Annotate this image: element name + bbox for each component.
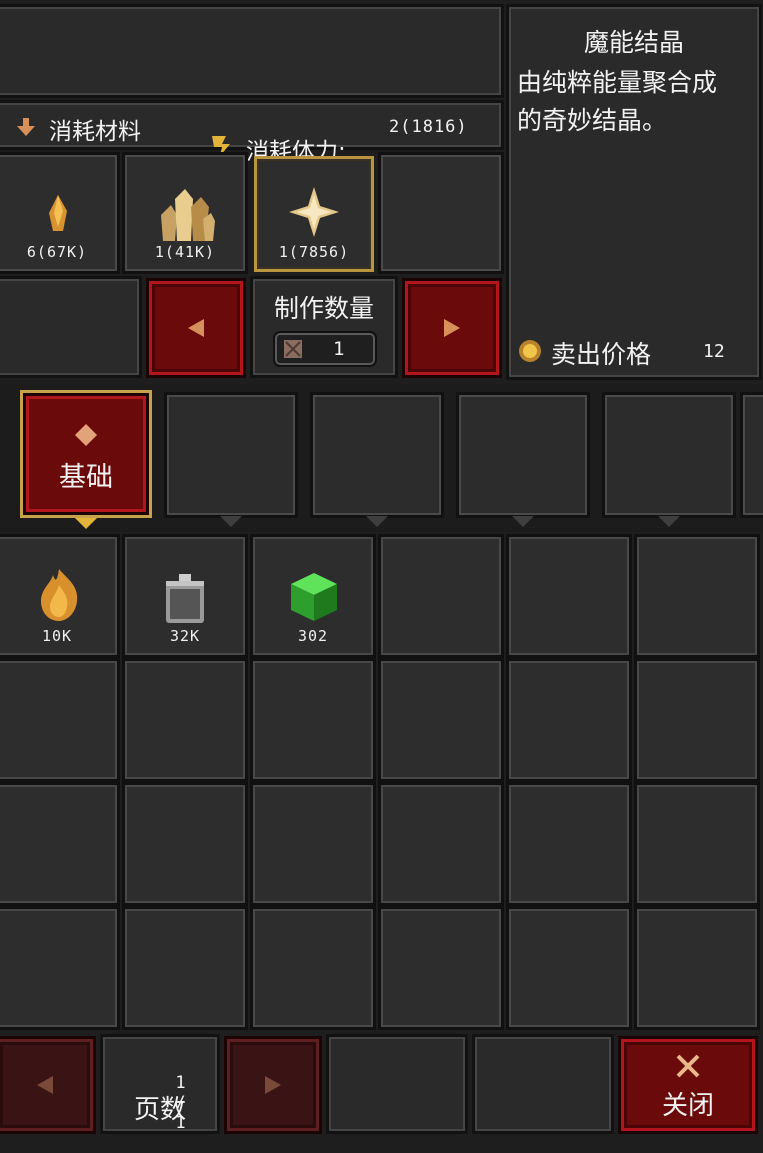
inventory-slot[interactable]	[506, 782, 632, 906]
left-arrow-icon	[37, 1076, 53, 1094]
item-name: 魔能结晶	[583, 28, 684, 57]
inventory-slot[interactable]	[378, 658, 504, 782]
item-description-line-1: 由纯粹能量聚合成	[517, 68, 718, 97]
material-count: 1(41K)	[154, 243, 216, 261]
item-description-line-2: 的奇妙结晶。	[517, 106, 668, 135]
footer-empty-2	[472, 1034, 614, 1134]
tab-edge	[740, 392, 763, 518]
close-label: 关闭	[661, 1091, 714, 1121]
close-button[interactable]: 关闭	[618, 1036, 758, 1134]
tab-empty-5[interactable]	[602, 392, 736, 527]
inventory-slot[interactable]	[250, 906, 376, 1030]
material-count: 6(67K)	[26, 243, 88, 261]
footer-empty-1	[326, 1034, 468, 1134]
inventory-slot[interactable]	[378, 534, 504, 658]
tab-empty-4[interactable]	[456, 392, 590, 527]
sell-price-label: 卖出价格	[551, 340, 652, 369]
item-info-panel: 魔能结晶 由纯粹能量聚合成 的奇妙结晶。 卖出价格 12	[506, 4, 762, 380]
crate-icon	[284, 340, 302, 358]
coin-icon	[519, 340, 541, 362]
inventory-count: 302	[297, 627, 329, 645]
down-arrow-icon	[17, 118, 35, 136]
inventory-slot[interactable]	[250, 658, 376, 782]
tab-basic[interactable]: 基础	[20, 390, 152, 529]
inventory-slot[interactable]	[122, 658, 248, 782]
inventory-slot[interactable]	[378, 906, 504, 1030]
diamond-icon	[75, 424, 97, 446]
green-cube-icon	[291, 573, 337, 621]
page-next-button[interactable]	[224, 1036, 322, 1134]
inventory-slot[interactable]	[506, 906, 632, 1030]
gray-canister-icon	[166, 574, 204, 623]
sell-price-value: 12	[703, 341, 725, 362]
inventory-slot[interactable]	[122, 906, 248, 1030]
quantity-decrease-button[interactable]	[146, 278, 246, 378]
left-arrow-icon	[188, 319, 204, 337]
inventory-slot[interactable]	[506, 534, 632, 658]
inventory-slot[interactable]	[378, 782, 504, 906]
page-prev-button[interactable]	[0, 1036, 96, 1134]
inventory-slot[interactable]	[0, 782, 120, 906]
quantity-value: 1	[333, 338, 345, 360]
material-slot-3[interactable]: 1(7856)	[254, 156, 374, 272]
inventory-slot[interactable]	[0, 906, 120, 1030]
inventory-slot[interactable]: 302	[250, 534, 376, 658]
tab-label: 基础	[59, 462, 113, 493]
tab-pointer-icon	[658, 516, 680, 527]
inventory-slot[interactable]	[634, 658, 760, 782]
close-icon	[676, 1054, 700, 1078]
inventory-slot[interactable]	[0, 658, 120, 782]
inventory-slot[interactable]	[634, 906, 760, 1030]
gold-crystal-cluster-icon	[161, 189, 215, 241]
material-count: 1(7856)	[278, 243, 350, 261]
amber-shard-icon	[49, 195, 67, 231]
material-slot-1[interactable]: 6(67K)	[0, 152, 120, 274]
tab-pointer-icon	[220, 516, 242, 527]
amber-flame-icon	[41, 569, 78, 621]
four-point-star-icon	[289, 187, 339, 237]
materials-label: 消耗材料	[49, 119, 141, 145]
quantity-spacer	[0, 276, 142, 378]
right-arrow-icon	[265, 1076, 281, 1094]
inventory-slot[interactable]	[250, 782, 376, 906]
tab-pointer-icon	[366, 516, 388, 527]
quantity-increase-button[interactable]	[402, 278, 502, 378]
tab-pointer-icon	[512, 516, 534, 527]
right-arrow-icon	[444, 319, 460, 337]
inventory-count: 32K	[169, 627, 201, 645]
material-slot-4[interactable]	[378, 152, 504, 274]
inventory-slot[interactable]	[122, 782, 248, 906]
quantity-field[interactable]: 1	[273, 331, 377, 367]
inventory-slot[interactable]: 32K	[122, 534, 248, 658]
stamina-value: 2(1816)	[389, 117, 468, 137]
quantity-label: 制作数量	[273, 294, 374, 323]
inventory-slot[interactable]	[634, 534, 760, 658]
page-indicator: 1 / 1 页数	[100, 1034, 220, 1134]
inventory-grid: 10K 32K 302	[0, 534, 763, 1030]
quantity-panel: 制作数量 1	[250, 276, 398, 378]
inventory-count: 10K	[41, 627, 73, 645]
header-panel	[0, 4, 504, 98]
tab-pointer-icon	[75, 518, 97, 529]
tab-empty-2[interactable]	[164, 392, 298, 527]
page-label: 页数	[133, 1095, 186, 1125]
inventory-slot[interactable]: 10K	[0, 534, 120, 658]
tab-empty-3[interactable]	[310, 392, 444, 527]
inventory-slot[interactable]	[634, 782, 760, 906]
material-slot-2[interactable]: 1(41K)	[122, 152, 248, 274]
inventory-slot[interactable]	[506, 658, 632, 782]
